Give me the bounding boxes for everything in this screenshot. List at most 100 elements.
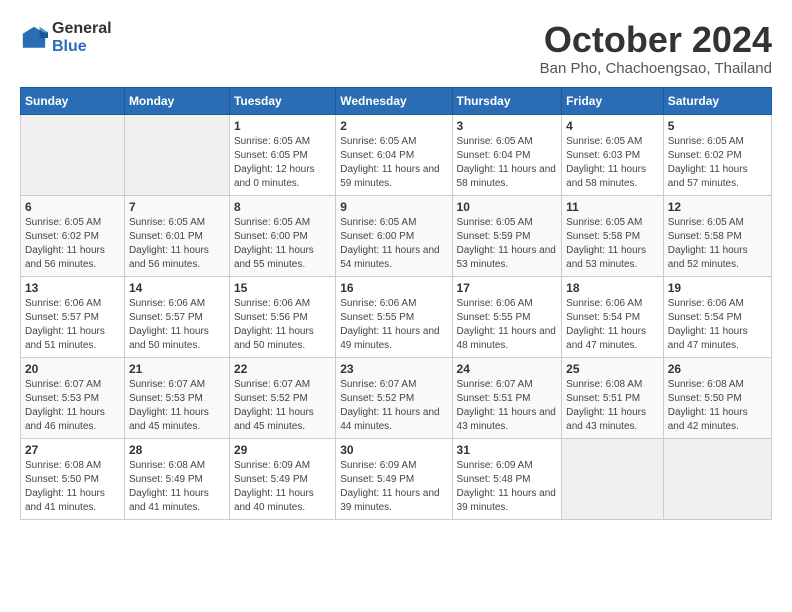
calendar-cell: 2 Sunrise: 6:05 AMSunset: 6:04 PMDaylight… <box>336 114 452 195</box>
day-number: 19 <box>668 281 767 295</box>
location-title: Ban Pho, Chachoengsao, Thailand <box>540 60 772 77</box>
day-number: 29 <box>234 443 331 457</box>
day-number: 28 <box>129 443 225 457</box>
calendar-cell <box>663 438 771 519</box>
day-number: 8 <box>234 200 331 214</box>
calendar-cell: 1 Sunrise: 6:05 AMSunset: 6:05 PMDaylight… <box>229 114 335 195</box>
day-number: 14 <box>129 281 225 295</box>
calendar-cell: 8 Sunrise: 6:05 AMSunset: 6:00 PMDaylight… <box>229 195 335 276</box>
day-number: 24 <box>457 362 558 376</box>
day-info: Sunrise: 6:05 AMSunset: 5:59 PMDaylight:… <box>457 216 558 272</box>
calendar-header-row: SundayMondayTuesdayWednesdayThursdayFrid… <box>21 87 772 114</box>
day-number: 4 <box>566 119 659 133</box>
calendar-cell: 28 Sunrise: 6:08 AMSunset: 5:49 PMDayligh… <box>124 438 229 519</box>
day-info: Sunrise: 6:08 AMSunset: 5:50 PMDaylight:… <box>25 459 120 515</box>
day-info: Sunrise: 6:07 AMSunset: 5:51 PMDaylight:… <box>457 378 558 434</box>
calendar-cell: 24 Sunrise: 6:07 AMSunset: 5:51 PMDayligh… <box>452 357 562 438</box>
calendar-cell: 23Sunrise: 6:07 AMSunset: 5:52 PMDayligh… <box>336 357 452 438</box>
calendar-cell: 9Sunrise: 6:05 AMSunset: 6:00 PMDaylight… <box>336 195 452 276</box>
calendar-cell: 21Sunrise: 6:07 AMSunset: 5:53 PMDayligh… <box>124 357 229 438</box>
day-number: 11 <box>566 200 659 214</box>
day-info: Sunrise: 6:05 AMSunset: 6:00 PMDaylight:… <box>234 216 331 272</box>
day-number: 17 <box>457 281 558 295</box>
day-info: Sunrise: 6:08 AMSunset: 5:50 PMDaylight:… <box>668 378 767 434</box>
day-info: Sunrise: 6:09 AMSunset: 5:49 PMDaylight:… <box>234 459 331 515</box>
calendar-cell: 17 Sunrise: 6:06 AMSunset: 5:55 PMDayligh… <box>452 276 562 357</box>
calendar-cell: 14Sunrise: 6:06 AMSunset: 5:57 PMDayligh… <box>124 276 229 357</box>
calendar-cell <box>124 114 229 195</box>
day-number: 9 <box>340 200 447 214</box>
calendar-cell: 30Sunrise: 6:09 AMSunset: 5:49 PMDayligh… <box>336 438 452 519</box>
calendar-week-1: 1 Sunrise: 6:05 AMSunset: 6:05 PMDaylight… <box>21 114 772 195</box>
day-number: 15 <box>234 281 331 295</box>
calendar-week-4: 20 Sunrise: 6:07 AMSunset: 5:53 PMDayligh… <box>21 357 772 438</box>
calendar-cell: 11 Sunrise: 6:05 AMSunset: 5:58 PMDayligh… <box>562 195 664 276</box>
page-header: General Blue October 2024 Ban Pho, Chach… <box>20 20 772 77</box>
title-area: October 2024 Ban Pho, Chachoengsao, Thai… <box>540 20 772 77</box>
day-info: Sunrise: 6:06 AMSunset: 5:55 PMDaylight:… <box>340 297 447 353</box>
logo-icon <box>20 24 48 52</box>
weekday-header-wednesday: Wednesday <box>336 87 452 114</box>
calendar-cell: 5 Sunrise: 6:05 AMSunset: 6:02 PMDaylight… <box>663 114 771 195</box>
day-info: Sunrise: 6:07 AMSunset: 5:53 PMDaylight:… <box>25 378 120 434</box>
day-info: Sunrise: 6:09 AMSunset: 5:49 PMDaylight:… <box>340 459 447 515</box>
day-number: 6 <box>25 200 120 214</box>
day-info: Sunrise: 6:06 AMSunset: 5:56 PMDaylight:… <box>234 297 331 353</box>
day-number: 10 <box>457 200 558 214</box>
calendar-cell: 13 Sunrise: 6:06 AMSunset: 5:57 PMDayligh… <box>21 276 125 357</box>
month-title: October 2024 <box>540 20 772 60</box>
weekday-header-sunday: Sunday <box>21 87 125 114</box>
weekday-header-monday: Monday <box>124 87 229 114</box>
day-info: Sunrise: 6:05 AMSunset: 6:03 PMDaylight:… <box>566 135 659 191</box>
calendar-cell: 16 Sunrise: 6:06 AMSunset: 5:55 PMDayligh… <box>336 276 452 357</box>
day-info: Sunrise: 6:06 AMSunset: 5:57 PMDaylight:… <box>25 297 120 353</box>
day-info: Sunrise: 6:05 AMSunset: 5:58 PMDaylight:… <box>566 216 659 272</box>
day-info: Sunrise: 6:05 AMSunset: 6:05 PMDaylight:… <box>234 135 331 191</box>
day-number: 13 <box>25 281 120 295</box>
day-info: Sunrise: 6:05 AMSunset: 6:04 PMDaylight:… <box>457 135 558 191</box>
day-info: Sunrise: 6:05 AMSunset: 6:02 PMDaylight:… <box>25 216 120 272</box>
calendar-cell: 26 Sunrise: 6:08 AMSunset: 5:50 PMDayligh… <box>663 357 771 438</box>
day-info: Sunrise: 6:05 AMSunset: 6:04 PMDaylight:… <box>340 135 447 191</box>
calendar-week-5: 27 Sunrise: 6:08 AMSunset: 5:50 PMDayligh… <box>21 438 772 519</box>
logo-blue: Blue <box>52 38 87 55</box>
day-info: Sunrise: 6:05 AMSunset: 6:02 PMDaylight:… <box>668 135 767 191</box>
calendar-cell: 10 Sunrise: 6:05 AMSunset: 5:59 PMDayligh… <box>452 195 562 276</box>
day-number: 5 <box>668 119 767 133</box>
day-number: 23 <box>340 362 447 376</box>
day-number: 26 <box>668 362 767 376</box>
day-number: 12 <box>668 200 767 214</box>
day-number: 7 <box>129 200 225 214</box>
logo-general: General <box>52 20 112 37</box>
day-number: 20 <box>25 362 120 376</box>
day-info: Sunrise: 6:07 AMSunset: 5:53 PMDaylight:… <box>129 378 225 434</box>
calendar-cell <box>21 114 125 195</box>
calendar-table: SundayMondayTuesdayWednesdayThursdayFrid… <box>20 87 772 520</box>
weekday-header-tuesday: Tuesday <box>229 87 335 114</box>
calendar-cell: 27 Sunrise: 6:08 AMSunset: 5:50 PMDayligh… <box>21 438 125 519</box>
day-number: 1 <box>234 119 331 133</box>
calendar-cell: 19 Sunrise: 6:06 AMSunset: 5:54 PMDayligh… <box>663 276 771 357</box>
day-info: Sunrise: 6:06 AMSunset: 5:54 PMDaylight:… <box>668 297 767 353</box>
calendar-cell: 25Sunrise: 6:08 AMSunset: 5:51 PMDayligh… <box>562 357 664 438</box>
day-number: 2 <box>340 119 447 133</box>
day-number: 31 <box>457 443 558 457</box>
day-info: Sunrise: 6:08 AMSunset: 5:49 PMDaylight:… <box>129 459 225 515</box>
day-info: Sunrise: 6:06 AMSunset: 5:55 PMDaylight:… <box>457 297 558 353</box>
calendar-cell: 4 Sunrise: 6:05 AMSunset: 6:03 PMDaylight… <box>562 114 664 195</box>
day-number: 18 <box>566 281 659 295</box>
calendar-cell: 12 Sunrise: 6:05 AMSunset: 5:58 PMDayligh… <box>663 195 771 276</box>
day-info: Sunrise: 6:08 AMSunset: 5:51 PMDaylight:… <box>566 378 659 434</box>
calendar-cell: 18 Sunrise: 6:06 AMSunset: 5:54 PMDayligh… <box>562 276 664 357</box>
logo-text: General Blue <box>52 20 112 56</box>
weekday-header-saturday: Saturday <box>663 87 771 114</box>
day-info: Sunrise: 6:06 AMSunset: 5:54 PMDaylight:… <box>566 297 659 353</box>
calendar-cell: 15 Sunrise: 6:06 AMSunset: 5:56 PMDayligh… <box>229 276 335 357</box>
day-info: Sunrise: 6:05 AMSunset: 5:58 PMDaylight:… <box>668 216 767 272</box>
calendar-cell: 20 Sunrise: 6:07 AMSunset: 5:53 PMDayligh… <box>21 357 125 438</box>
calendar-cell: 31 Sunrise: 6:09 AMSunset: 5:48 PMDayligh… <box>452 438 562 519</box>
day-number: 16 <box>340 281 447 295</box>
day-info: Sunrise: 6:09 AMSunset: 5:48 PMDaylight:… <box>457 459 558 515</box>
day-number: 27 <box>25 443 120 457</box>
weekday-header-thursday: Thursday <box>452 87 562 114</box>
